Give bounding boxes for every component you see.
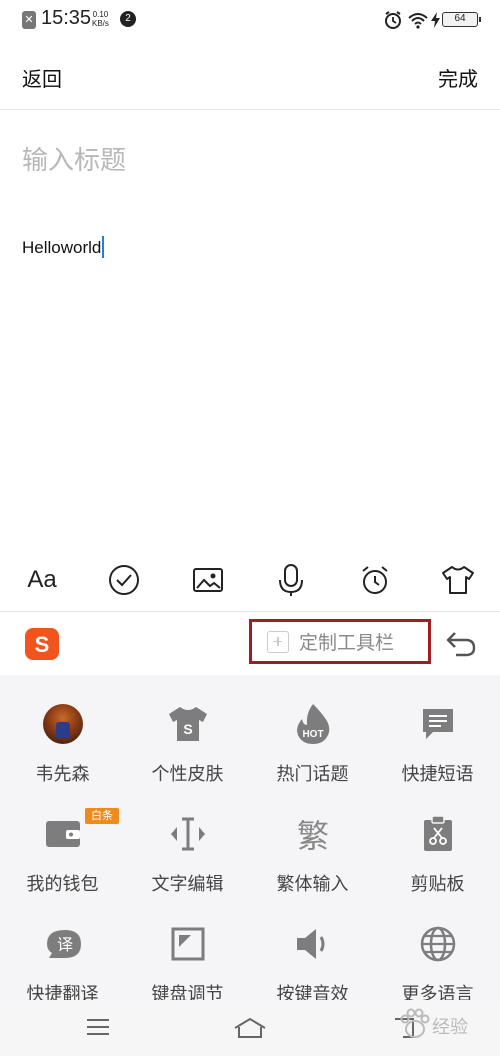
grid-item-keyboard-adjust[interactable]: 键盘调节 bbox=[125, 895, 250, 1000]
network-speed: 0.10 KB/s bbox=[92, 10, 109, 28]
menu-icon[interactable] bbox=[86, 1017, 110, 1037]
phrase-icon-wrap bbox=[417, 703, 459, 745]
hot-icon-wrap: HOT bbox=[292, 703, 334, 745]
font-icon: Aa bbox=[27, 566, 57, 593]
body-text-field[interactable]: Helloworld bbox=[22, 236, 105, 258]
grid-item-label: 键盘调节 bbox=[151, 984, 224, 1000]
charging-icon bbox=[431, 12, 440, 28]
grid-item-label: 热门话题 bbox=[276, 764, 349, 785]
skin-shirt-icon: S bbox=[169, 707, 207, 741]
grid-item-translate[interactable]: 译 快捷翻译 bbox=[0, 895, 125, 1000]
hot-icon-text: HOT bbox=[302, 729, 323, 740]
undo-icon[interactable] bbox=[444, 627, 478, 659]
svg-text:S: S bbox=[35, 632, 50, 657]
text-edit-icon bbox=[171, 817, 205, 851]
avatar-wrap bbox=[42, 703, 84, 745]
globe-icon-wrap bbox=[417, 923, 459, 965]
grid-item-profile[interactable]: 韦先森 bbox=[0, 675, 125, 785]
grid-item-wallet[interactable]: 我的钱包 bbox=[0, 785, 125, 895]
grid-item-label: 繁体输入 bbox=[276, 874, 349, 895]
add-icon bbox=[267, 630, 289, 653]
back-button[interactable]: 返回 bbox=[22, 63, 62, 92]
keyboard-adjust-icon bbox=[171, 927, 205, 961]
title-input[interactable]: 输入标题 bbox=[22, 140, 126, 177]
translate-icon: 译 bbox=[47, 930, 81, 958]
watermark: 经验 bbox=[394, 1003, 494, 1047]
clipboard-icon bbox=[424, 815, 452, 851]
skin-icon-wrap: S bbox=[167, 703, 209, 745]
hot-topic-icon: HOT bbox=[297, 704, 330, 744]
network-speed-unit: KB/s bbox=[92, 19, 109, 28]
text-cursor bbox=[102, 236, 105, 258]
globe-icon bbox=[420, 926, 456, 962]
voice-button[interactable] bbox=[271, 560, 311, 600]
notification-icon: ✕ bbox=[22, 11, 36, 29]
home-icon[interactable] bbox=[232, 1016, 268, 1040]
body-text: Helloworld bbox=[22, 238, 102, 257]
wallet-icon-wrap bbox=[42, 813, 84, 855]
grid-item-text-edit[interactable]: 文字编辑 bbox=[125, 785, 250, 895]
grid-item-hot-topics[interactable]: HOT 热门话题 bbox=[250, 675, 375, 785]
grid-item-label: 快捷短语 bbox=[401, 764, 474, 785]
avatar bbox=[43, 704, 83, 744]
network-speed-value: 0.10 bbox=[92, 10, 109, 19]
microphone-icon bbox=[279, 564, 303, 596]
wallet-tag-badge: 白条 bbox=[85, 808, 119, 824]
keyboard-top-bar: S 定制工具栏 bbox=[0, 613, 500, 675]
font-button[interactable]: Aa bbox=[22, 560, 62, 600]
translate-icon-text: 译 bbox=[57, 935, 73, 954]
battery-icon: 64 bbox=[442, 12, 481, 27]
checklist-button[interactable] bbox=[104, 560, 144, 600]
theme-button[interactable] bbox=[438, 560, 478, 600]
image-icon bbox=[193, 568, 223, 592]
done-button[interactable]: 完成 bbox=[438, 63, 478, 92]
text-edit-icon-wrap bbox=[167, 813, 209, 855]
status-time: 15:35 bbox=[41, 7, 92, 29]
wallet-icon bbox=[46, 821, 80, 847]
grid-item-quick-phrases[interactable]: 快捷短语 bbox=[375, 675, 500, 785]
grid-item-label: 按键音效 bbox=[276, 984, 349, 1000]
paw-logo-icon bbox=[400, 1008, 430, 1038]
grid-item-skin[interactable]: S 个性皮肤 bbox=[125, 675, 250, 785]
status-bar: ✕ 15:35 0.10 KB/s 2 64 bbox=[0, 0, 500, 40]
keyboard-toolbox-panel: 韦先森 S 个性皮肤 HOT 热门话题 快捷短语 我的钱包 文字编辑 繁 繁体输… bbox=[0, 675, 500, 1000]
reminder-button[interactable] bbox=[355, 560, 395, 600]
grid-item-label: 韦先森 bbox=[35, 764, 90, 785]
watermark-text: 经验 bbox=[432, 1017, 468, 1038]
quick-phrase-icon bbox=[423, 709, 453, 739]
grid-item-label: 更多语言 bbox=[401, 984, 474, 1000]
editor-toolbar: Aa bbox=[0, 548, 500, 612]
clipboard-icon-wrap bbox=[417, 813, 459, 855]
custom-toolbar-button[interactable]: 定制工具栏 bbox=[249, 619, 431, 664]
svg-text:S: S bbox=[183, 721, 192, 737]
grid-item-key-sound[interactable]: 按键音效 bbox=[250, 895, 375, 1000]
sogou-logo-icon[interactable]: S bbox=[24, 627, 60, 661]
grid-item-label: 剪贴板 bbox=[410, 874, 465, 895]
traditional-icon: 繁 bbox=[296, 817, 329, 855]
grid-item-label: 快捷翻译 bbox=[26, 984, 99, 1000]
navigation-bar: 返回 完成 bbox=[0, 40, 500, 110]
grid-item-label: 文字编辑 bbox=[151, 874, 224, 895]
grid-item-more-languages[interactable]: 更多语言 bbox=[375, 895, 500, 1000]
image-button[interactable] bbox=[188, 560, 228, 600]
grid-item-label: 个性皮肤 bbox=[151, 764, 224, 785]
grid-item-traditional[interactable]: 繁 繁体输入 bbox=[250, 785, 375, 895]
grid-item-clipboard[interactable]: 剪贴板 bbox=[375, 785, 500, 895]
wifi-icon bbox=[408, 13, 428, 29]
traditional-icon-wrap: 繁 bbox=[292, 813, 334, 855]
notification-count-badge: 2 bbox=[120, 11, 136, 27]
custom-toolbar-label: 定制工具栏 bbox=[299, 632, 395, 654]
checklist-icon bbox=[109, 565, 139, 595]
keyboard-adjust-icon-wrap bbox=[167, 923, 209, 965]
grid-item-label: 我的钱包 bbox=[26, 874, 99, 895]
translate-icon-wrap: 译 bbox=[42, 923, 84, 965]
key-sound-icon bbox=[297, 929, 325, 959]
key-sound-icon-wrap bbox=[292, 923, 334, 965]
alarm-clock-icon bbox=[362, 566, 388, 594]
tshirt-icon bbox=[442, 566, 474, 594]
alarm-status-icon bbox=[385, 11, 401, 29]
